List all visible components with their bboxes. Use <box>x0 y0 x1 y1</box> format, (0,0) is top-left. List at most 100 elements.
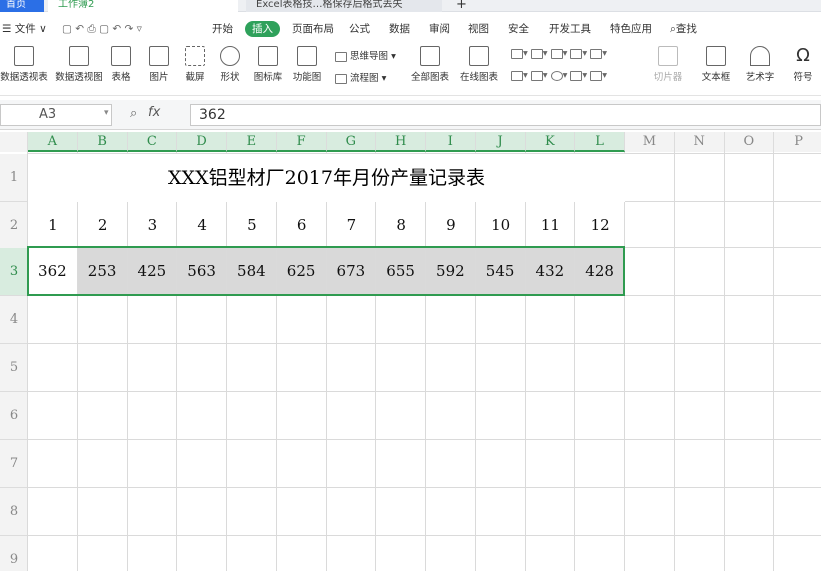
row-header-2[interactable]: 2 <box>0 202 28 250</box>
production-value-cell[interactable]: 253 <box>77 248 127 295</box>
column-header-I[interactable]: I <box>426 132 476 152</box>
new-tab-icon[interactable]: + <box>456 0 470 12</box>
stock-chart-icon <box>530 70 543 81</box>
row-header-6[interactable]: 6 <box>0 392 28 440</box>
menu-start[interactable]: 开始 <box>212 21 233 37</box>
menu-insert[interactable]: 插入 <box>245 21 280 37</box>
mindmap-label: 思维导图 <box>350 51 389 62</box>
row-header-5[interactable]: 5 <box>0 344 28 392</box>
name-box[interactable]: A3 <box>0 104 112 126</box>
select-all-corner[interactable] <box>0 132 28 152</box>
column-header-P[interactable]: P <box>774 132 821 152</box>
all-charts-button[interactable]: 全部图表 <box>410 42 450 90</box>
column-header-C[interactable]: C <box>127 132 178 152</box>
menu-search[interactable]: ⌕查找 <box>670 21 697 37</box>
column-header-B[interactable]: B <box>77 132 128 152</box>
month-cell[interactable]: 2 <box>78 202 128 249</box>
month-cell[interactable]: 12 <box>575 202 625 249</box>
screenshot-icon <box>185 46 205 66</box>
picture-button[interactable]: 图片 <box>145 42 173 90</box>
production-value-cell[interactable]: 428 <box>575 248 624 295</box>
tab-document[interactable]: Excel表格技…格保存后格式丢失 <box>246 0 442 12</box>
zoom-search-icon[interactable]: ⌕ <box>130 106 137 121</box>
flowchart-button[interactable]: 流程图 ▾ <box>335 70 386 84</box>
month-cell[interactable]: 4 <box>177 202 227 249</box>
production-value-cell[interactable]: 432 <box>525 248 575 295</box>
month-cell[interactable]: 5 <box>227 202 277 249</box>
omega-icon: Ω <box>796 45 810 66</box>
production-value-cell[interactable]: 584 <box>227 248 276 295</box>
menu-file-label: 文件 <box>14 23 36 35</box>
row-header-8[interactable]: 8 <box>0 488 28 536</box>
month-cell[interactable]: 9 <box>426 202 476 249</box>
column-header-M[interactable]: M <box>625 132 675 152</box>
column-header-N[interactable]: N <box>674 132 725 152</box>
column-header-K[interactable]: K <box>525 132 576 152</box>
production-value-cell[interactable]: 673 <box>326 248 376 295</box>
tab-home[interactable]: 首页 <box>0 0 44 12</box>
mindmap-button[interactable]: 思维导图 ▾ <box>335 48 396 62</box>
table-button[interactable]: 表格 <box>108 42 134 90</box>
production-value-cell[interactable]: 655 <box>376 248 425 295</box>
production-value-cell[interactable]: 362 <box>28 248 77 295</box>
menu-security[interactable]: 安全 <box>508 21 529 37</box>
spreadsheet-grid[interactable]: ABCDEFGHIJKLMNOP 123456789 XXX铝型材厂2017年月… <box>0 130 821 571</box>
shapes-button[interactable]: 形状 <box>216 42 244 90</box>
quick-access-toolbar[interactable]: ▢ ↶ ⎙ ▢ ↶ ↷ ▿ <box>62 21 142 37</box>
month-cell[interactable]: 8 <box>376 202 426 249</box>
function-chart-button[interactable]: 功能图 <box>290 42 324 90</box>
row-header-7[interactable]: 7 <box>0 440 28 488</box>
pie-chart-icon <box>550 70 563 81</box>
menu-special[interactable]: 特色应用 <box>610 21 652 37</box>
menu-view[interactable]: 视图 <box>468 21 489 37</box>
fx-icon[interactable]: fx <box>148 105 160 120</box>
row-header-9[interactable]: 9 <box>0 536 28 571</box>
month-cell[interactable]: 10 <box>476 202 526 249</box>
pivot-chart-button[interactable]: 数据透视图 <box>54 42 104 90</box>
month-cell[interactable]: 11 <box>526 202 576 249</box>
menu-developer[interactable]: 开发工具 <box>549 21 591 37</box>
menu-formula[interactable]: 公式 <box>349 21 370 37</box>
column-header-O[interactable]: O <box>724 132 775 152</box>
icon-library-button[interactable]: 图标库 <box>253 42 283 90</box>
column-header-H[interactable]: H <box>376 132 426 152</box>
column-header-G[interactable]: G <box>326 132 377 152</box>
production-value-cell[interactable]: 425 <box>127 248 177 295</box>
column-header-F[interactable]: F <box>276 132 327 152</box>
mindmap-icon <box>335 51 347 62</box>
name-box-dropdown-icon[interactable]: ▾ <box>104 108 109 118</box>
screenshot-button[interactable]: 截屏 <box>181 42 209 90</box>
column-header-D[interactable]: D <box>177 132 227 152</box>
chart-types-row-2[interactable]: ▾ ▾ ▾ ▾ ▾ <box>511 70 607 81</box>
slicer-button[interactable]: 切片器 <box>652 42 684 90</box>
menu-file[interactable]: ☰ 文件 ∨ <box>2 21 47 37</box>
month-cell[interactable]: 7 <box>327 202 377 249</box>
sheet-title-cell[interactable]: XXX铝型材厂2017年月份产量记录表 <box>28 154 625 202</box>
production-value-cell[interactable]: 625 <box>276 248 326 295</box>
column-header-E[interactable]: E <box>227 132 277 152</box>
symbol-button[interactable]: Ω 符号 <box>788 42 818 90</box>
chart-types-row-1[interactable]: ▾ ▾ ▾ ▾ ▾ <box>511 48 607 59</box>
column-header-L[interactable]: L <box>575 132 625 152</box>
column-header-A[interactable]: A <box>28 132 78 152</box>
menu-page-layout[interactable]: 页面布局 <box>292 21 334 37</box>
formula-input[interactable]: 362 <box>190 104 821 126</box>
wordart-button[interactable]: 艺术字 <box>742 42 778 90</box>
textbox-button[interactable]: 文本框 <box>697 42 735 90</box>
row-header-3[interactable]: 3 <box>0 248 28 296</box>
row-header-1[interactable]: 1 <box>0 154 28 202</box>
production-value-cell[interactable]: 592 <box>426 248 475 295</box>
ribbon-insert: 数据透视表 数据透视图 表格 图片 截屏 形状 图标库 功能图 思维导图 ▾ 流… <box>0 42 821 96</box>
month-cell[interactable]: 6 <box>277 202 327 249</box>
pivot-table-button[interactable]: 数据透视表 <box>0 42 48 90</box>
tab-workbook[interactable]: 工作簿2 <box>48 0 238 12</box>
production-value-cell[interactable]: 563 <box>177 248 226 295</box>
month-cell[interactable]: 3 <box>128 202 178 249</box>
menu-review[interactable]: 审阅 <box>429 21 450 37</box>
row-header-4[interactable]: 4 <box>0 296 28 344</box>
month-cell[interactable]: 1 <box>28 202 78 249</box>
production-value-cell[interactable]: 545 <box>475 248 525 295</box>
online-charts-button[interactable]: 在线图表 <box>457 42 501 90</box>
menu-data[interactable]: 数据 <box>389 21 410 37</box>
column-header-J[interactable]: J <box>475 132 526 152</box>
